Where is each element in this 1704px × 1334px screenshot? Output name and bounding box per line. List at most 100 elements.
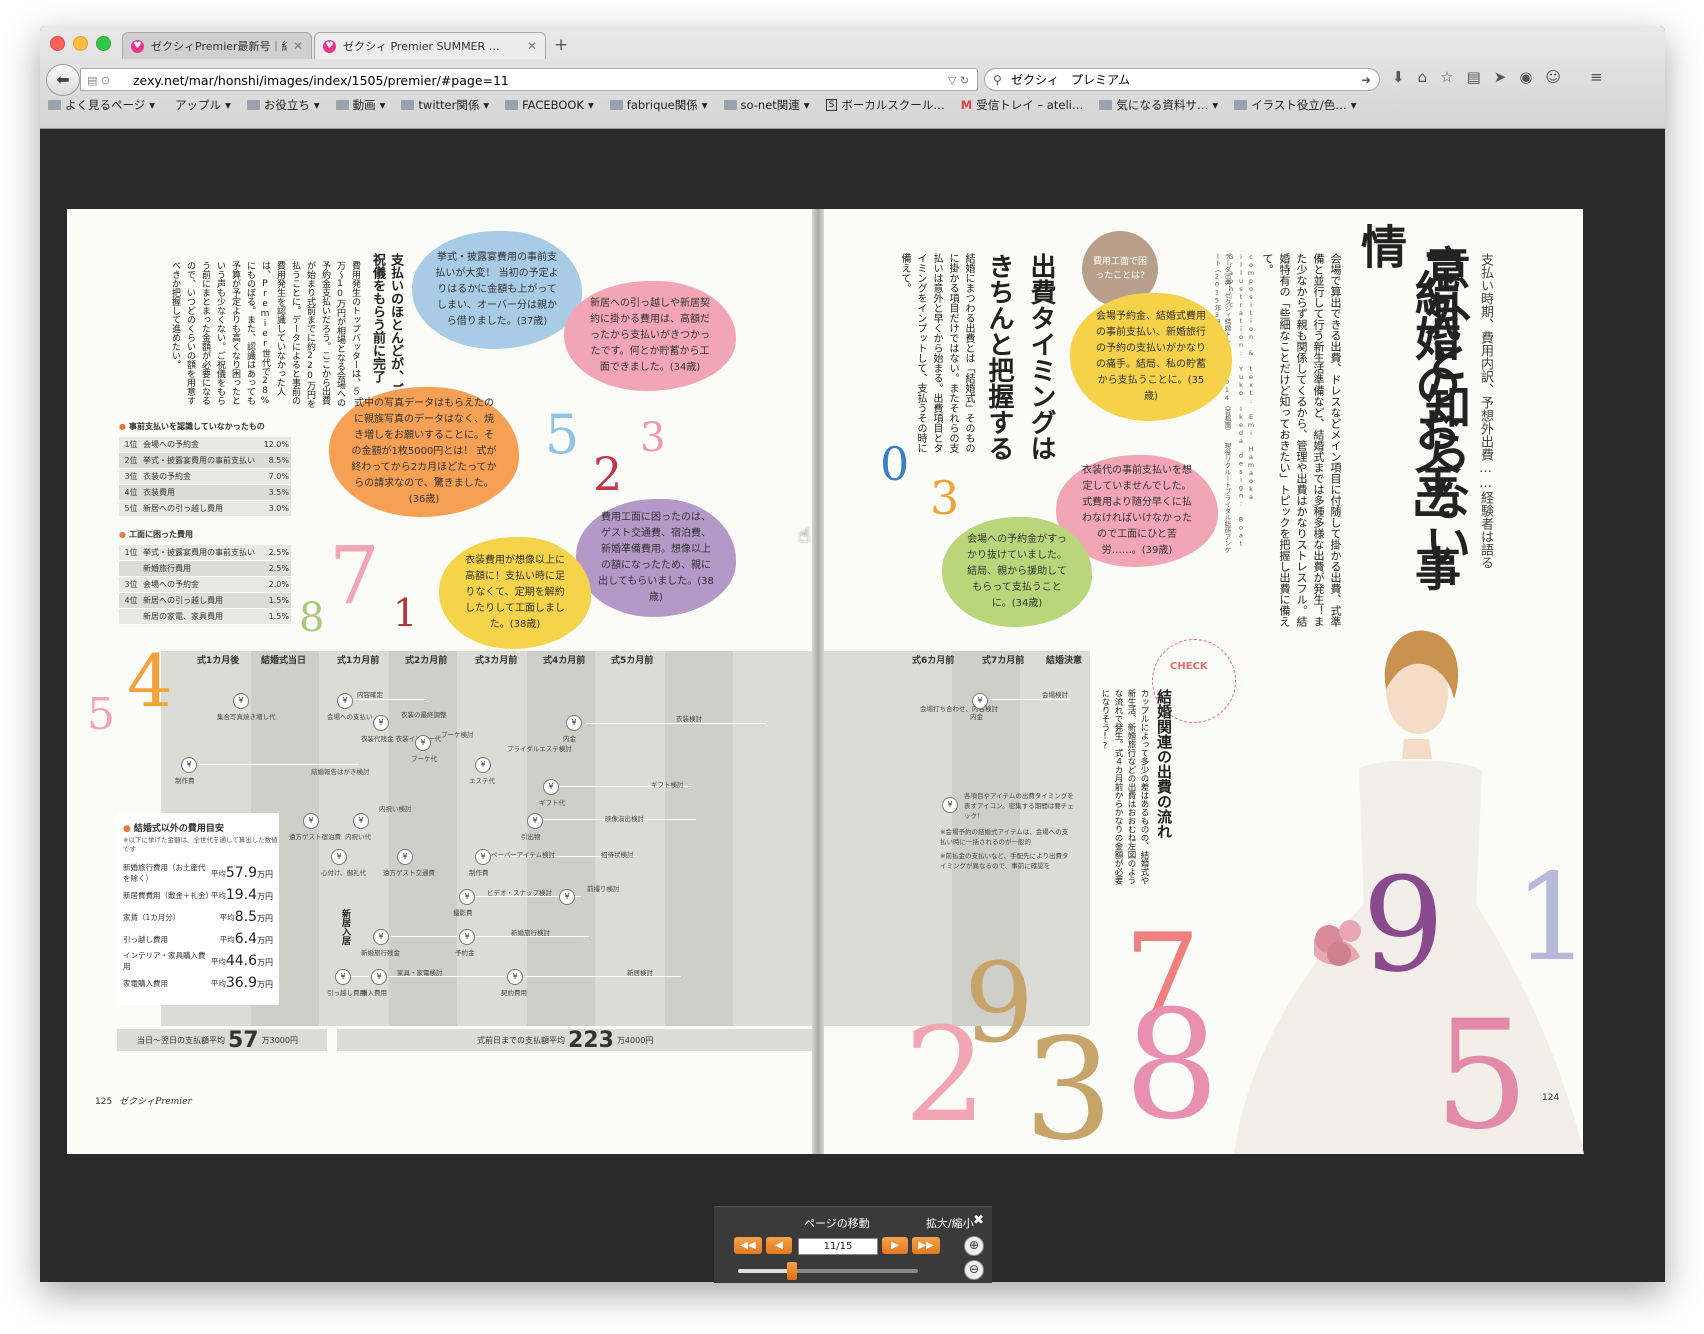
reading-list-icon[interactable]: ▤	[1467, 68, 1481, 86]
bookmark-item[interactable]: よく見るページ ▾	[48, 97, 155, 113]
bookmark-item[interactable]: お役立ち ▾	[246, 97, 320, 113]
timeline-arrow	[586, 723, 766, 724]
cost-label: 新居費費用（敷金＋礼金）	[123, 890, 213, 900]
zoom-slider-handle[interactable]	[787, 1262, 797, 1280]
cost-estimate-box: 結婚式以外の費用目安 ※以下に挙げた金額は、全世代を通して算出した数値です 新婚…	[117, 813, 279, 1005]
timeline-label: 購入費用	[361, 989, 387, 997]
deco-number: 3	[930, 471, 960, 525]
search-bar[interactable]: ⚲ ゼクシィ プレミアム ➜	[984, 68, 1380, 91]
timeline-header: 式6カ月前	[912, 656, 955, 666]
timeline-label: 予約金	[455, 949, 475, 957]
yen-icon: ¥	[559, 889, 575, 905]
bookmark-item[interactable]: アップル ▾	[171, 97, 231, 113]
cost-number: 8.5	[234, 909, 257, 925]
timeline-label: 遠方ゲスト交通費	[383, 869, 435, 877]
total-label: 当日〜翌日の支払額平均	[137, 1035, 225, 1045]
zoom-window-button[interactable]	[96, 36, 111, 51]
left-heading: 支払いのほとんどが、ご祝儀をもらう前に完了	[370, 253, 403, 396]
timeline-label: 内祝い代	[345, 833, 371, 841]
timeline-header: 式3カ月前	[475, 656, 518, 666]
zoom-in-button[interactable]: ⊕	[964, 1236, 984, 1256]
folder-icon	[48, 100, 61, 110]
timeline-label: 衣装検討	[676, 715, 702, 723]
first-page-button[interactable]: ◀◀	[734, 1237, 762, 1254]
deco-number: 2	[593, 447, 623, 501]
bookmark-item[interactable]: so-net関連 ▾	[723, 97, 810, 113]
last-page-button[interactable]: ▶▶	[912, 1237, 940, 1254]
bookmark-star-icon[interactable]: ☆	[1440, 68, 1453, 86]
ranking-row: 新居の家電、家具費用 1.5%	[119, 609, 291, 625]
back-button[interactable]: ⬅	[46, 64, 80, 96]
prev-page-button[interactable]: ◀	[766, 1237, 792, 1254]
bookmark-item[interactable]: イラスト役立/色… ▾	[1234, 97, 1357, 113]
close-window-button[interactable]	[50, 36, 65, 51]
new-tab-button[interactable]: +	[554, 35, 568, 55]
cost-label: 引っ越し費用	[123, 934, 168, 944]
reload-icon[interactable]: ▽ ↻	[948, 69, 969, 92]
cost-label: 家電購入費用	[123, 978, 168, 988]
page-footer-left: 125 ゼクシィPremier	[95, 1094, 192, 1107]
rank-label: 新居の家電、家具費用	[143, 612, 223, 621]
tab-1[interactable]: ♥ ゼクシィPremier最新号｜結… ✕	[122, 32, 312, 59]
yen-icon: ¥	[415, 735, 431, 751]
page-info-icon[interactable]: ▤ ⊙	[87, 69, 110, 92]
window-controls	[50, 36, 111, 51]
timeline-label: 心付け、御礼代	[321, 869, 367, 877]
search-go-icon[interactable]: ➜	[1361, 69, 1371, 92]
close-tab-icon[interactable]: ✕	[293, 39, 303, 53]
yen-icon: ¥	[475, 757, 491, 773]
quote-bubble: 式中の写真データはもらえたのに親族写真のデータはなく、焼き増しをお願いすることに…	[329, 387, 519, 517]
ranking-table-2: 工面に困った費用 1位挙式・披露宴費用の事前支払い 2.5% 新婚旅行費用 2.5%…	[119, 529, 291, 625]
addon-icon[interactable]: ◉	[1519, 68, 1532, 86]
timeline-header: 式1カ月前	[337, 656, 380, 666]
close-panel-button[interactable]: ✖	[973, 1213, 984, 1228]
url-bar[interactable]: ▤ ⊙ zexy.net/mar/honshi/images/index/150…	[80, 68, 978, 91]
timeline-label: 内金	[563, 735, 576, 743]
rank-pct: 2.0%	[268, 580, 289, 589]
cost-row: 家賃（1カ月分） 平均 8.5万円	[117, 906, 279, 928]
bookmark-item[interactable]: twitter関係 ▾	[401, 97, 489, 113]
menu-icon[interactable]: ≡	[1590, 68, 1603, 86]
total-before: 式前日までの支払額平均 223 万4000円	[337, 1028, 812, 1053]
close-tab-icon[interactable]: ✕	[527, 39, 537, 53]
bookmark-item[interactable]: 動画 ▾	[335, 97, 385, 113]
tab-2[interactable]: ♥ ゼクシィ Premier SUMMER … ✕	[314, 32, 546, 59]
timeline-label: 新婚旅行検討	[511, 929, 550, 937]
magazine-page-left: 支払いのほとんどが、ご祝儀をもらう前に完了 費用発生のトップバッターは、５万〜1…	[67, 209, 812, 1154]
timeline-label: 新居入居	[340, 909, 350, 945]
bookmark-item[interactable]: 気になる資料サ… ▾	[1099, 97, 1218, 113]
folder-icon	[609, 100, 623, 110]
rank-pct: 1.5%	[268, 596, 289, 605]
home-icon[interactable]: ⌂	[1418, 68, 1428, 86]
bookmark-item[interactable]: FACEBOOK ▾	[505, 97, 594, 113]
rank-pct: 2.5%	[268, 548, 289, 557]
ranking-row: 4位 衣装費用 3.5%	[119, 485, 291, 501]
tab-title: ゼクシィ Premier SUMMER …	[343, 40, 500, 53]
ranking-row: 3位 衣装の予約金 7.0%	[119, 469, 291, 485]
nav-label: ページの移動	[804, 1217, 870, 1230]
tab-title: ゼクシィPremier最新号｜結…	[151, 40, 287, 53]
timeline-label: 契約費用	[501, 989, 527, 997]
timeline-label: 集合写真焼き増し代	[217, 713, 276, 721]
page-number: 124	[1542, 1093, 1560, 1103]
heart-icon: ♥	[131, 39, 144, 53]
chat-icon[interactable]: ☺	[1545, 68, 1561, 86]
minimize-window-button[interactable]	[73, 36, 88, 51]
download-icon[interactable]: ⬇	[1392, 68, 1405, 86]
yen-icon: ¥	[459, 929, 475, 945]
rank-label: 挙式・披露宴費用の事前支払い	[143, 456, 255, 465]
zoom-slider[interactable]	[738, 1262, 918, 1280]
cost-row: 新居費費用（敷金＋礼金） 平均 19.4万円	[117, 884, 279, 906]
bookmark-item[interactable]: M 受信トレイ – ateli…	[961, 97, 1084, 113]
yen-icon: ¥	[181, 757, 197, 773]
page-input[interactable]: 11/15	[798, 1238, 878, 1255]
bookmark-item[interactable]: fabrique関係 ▾	[609, 97, 708, 113]
next-page-button[interactable]: ▶	[882, 1237, 908, 1254]
cost-value: 8.5万円	[235, 909, 273, 925]
folder-icon	[505, 100, 519, 110]
cost-value: 6.4万円	[235, 931, 273, 947]
zoom-out-button[interactable]: ⊖	[964, 1260, 984, 1280]
deco-number: 3	[1024, 1009, 1114, 1172]
send-icon[interactable]: ➤	[1494, 68, 1507, 86]
bookmark-item[interactable]: S ボーカルスクール…	[825, 97, 945, 113]
